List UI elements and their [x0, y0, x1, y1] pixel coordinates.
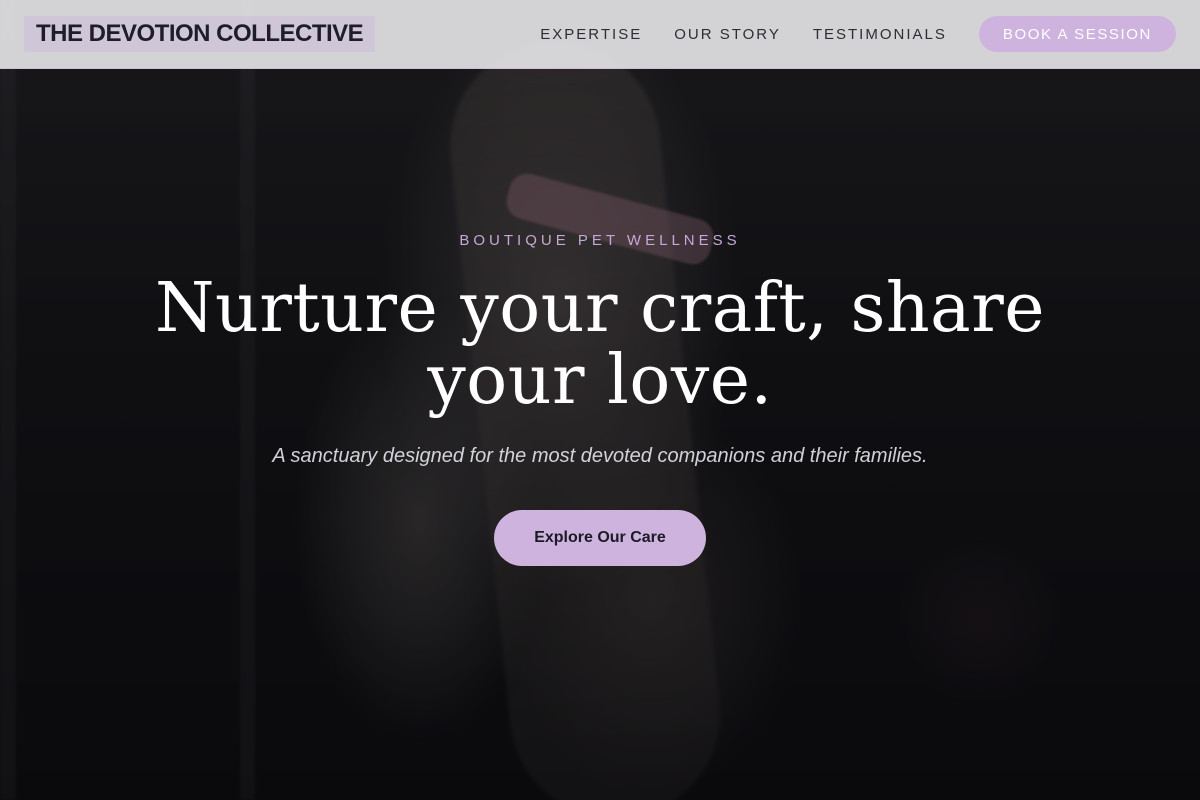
explore-care-button[interactable]: Explore Our Care: [494, 510, 706, 566]
nav-link-our-story[interactable]: OUR STORY: [674, 26, 781, 43]
hero-headline: Nurture your craft, share your love.: [155, 269, 1045, 420]
hero-subtitle: A sanctuary designed for the most devote…: [272, 445, 928, 467]
hero: BOUTIQUE PET WELLNESS Nurture your craft…: [0, 232, 1200, 566]
brand-logo[interactable]: THE DEVOTION COLLECTIVE: [24, 16, 376, 52]
book-session-button[interactable]: BOOK A SESSION: [978, 16, 1176, 52]
nav-link-testimonials[interactable]: TESTIMONIALS: [813, 26, 947, 43]
nav-link-expertise[interactable]: EXPERTISE: [540, 26, 642, 43]
hero-eyebrow: BOUTIQUE PET WELLNESS: [459, 232, 741, 249]
navbar: THE DEVOTION COLLECTIVE EXPERTISE OUR ST…: [0, 0, 1200, 69]
page: THE DEVOTION COLLECTIVE EXPERTISE OUR ST…: [0, 0, 1200, 800]
nav-links: EXPERTISE OUR STORY TESTIMONIALS BOOK A …: [540, 16, 1176, 52]
